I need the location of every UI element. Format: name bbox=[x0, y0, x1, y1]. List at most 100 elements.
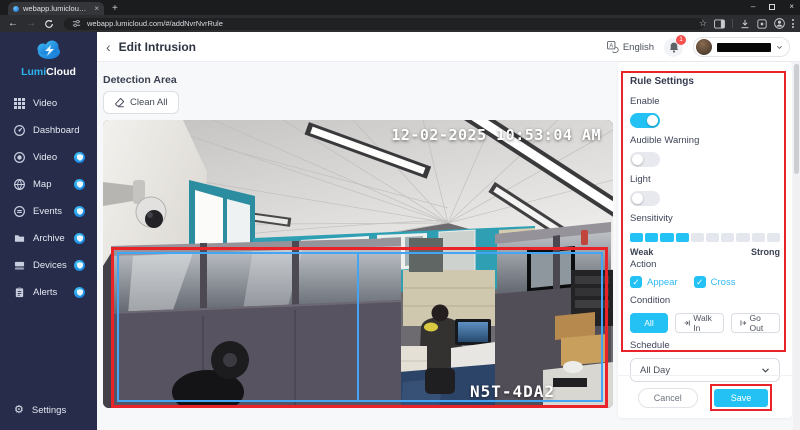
sidebar-item-label: Video bbox=[33, 152, 57, 163]
browser-back-button[interactable]: ← bbox=[8, 19, 18, 29]
detection-zone-blue-left[interactable] bbox=[117, 252, 359, 402]
chevron-down-icon bbox=[761, 367, 770, 374]
save-button[interactable]: Save bbox=[714, 389, 769, 407]
window-maximize-button[interactable] bbox=[769, 4, 775, 10]
language-selector[interactable]: A English bbox=[607, 41, 654, 53]
eraser-icon bbox=[114, 97, 125, 108]
sidebar-item-video[interactable]: Video bbox=[0, 144, 97, 171]
annotation-box-save: Save bbox=[710, 384, 773, 411]
scrollbar-thumb[interactable] bbox=[794, 64, 799, 174]
site-settings-icon[interactable] bbox=[72, 19, 81, 28]
premium-badge-icon bbox=[74, 260, 85, 271]
checkbox-checked-icon: ✓ bbox=[694, 276, 706, 288]
toolbar-divider bbox=[732, 19, 733, 28]
camera-view[interactable]: 12-02-2025 10:53:04 AM N5T-4DA2 bbox=[103, 120, 613, 408]
sidebar-item-map[interactable]: Map bbox=[0, 171, 97, 198]
condition-button-all[interactable]: All bbox=[630, 313, 668, 333]
back-chevron-icon[interactable]: ‹ bbox=[106, 40, 111, 54]
user-menu[interactable] bbox=[693, 37, 790, 57]
panel-footer: Cancel Save bbox=[618, 375, 792, 411]
tab-favicon-icon bbox=[13, 6, 19, 12]
app-header: ‹ Edit Intrusion A English 1 bbox=[97, 32, 800, 62]
walk-in-icon bbox=[684, 319, 690, 327]
window-close-button[interactable]: × bbox=[789, 3, 794, 11]
chevron-down-icon bbox=[776, 44, 783, 51]
detection-zone-blue-right[interactable] bbox=[357, 252, 603, 402]
sidebar-item-devices[interactable]: Devices bbox=[0, 252, 97, 279]
profile-icon[interactable] bbox=[774, 18, 785, 29]
audible-warning-toggle[interactable] bbox=[630, 152, 660, 167]
sidebar-item-alerts[interactable]: Alerts bbox=[0, 279, 97, 306]
enable-label: Enable bbox=[630, 96, 780, 107]
sensitivity-label: Sensitivity bbox=[630, 213, 780, 224]
side-panel-icon[interactable] bbox=[714, 19, 725, 29]
go-out-icon bbox=[740, 319, 746, 327]
browser-menu-icon[interactable] bbox=[792, 19, 794, 28]
sidebar-item-label: Events bbox=[33, 206, 62, 217]
sidebar-item-dashboard[interactable]: Dashboard bbox=[0, 117, 97, 144]
action-label: Action bbox=[630, 259, 780, 270]
brand-cloud: Cloud bbox=[46, 66, 76, 78]
brand-lumi: Lumi bbox=[21, 66, 46, 78]
browser-tab-strip: webapp.lumicloud.com/#/add × + – × bbox=[0, 0, 800, 15]
redacted-username bbox=[717, 43, 771, 52]
premium-badge-icon bbox=[74, 152, 85, 163]
premium-badge-icon bbox=[74, 179, 85, 190]
language-label: English bbox=[623, 42, 654, 53]
schedule-value: All Day bbox=[640, 365, 670, 376]
weak-label: Weak bbox=[630, 247, 653, 257]
condition-button-go-out[interactable]: Go Out bbox=[731, 313, 780, 333]
camera-icon bbox=[14, 152, 25, 163]
browser-forward-button[interactable]: → bbox=[26, 19, 36, 29]
notifications-button[interactable]: 1 bbox=[664, 38, 683, 57]
cancel-button[interactable]: Cancel bbox=[638, 388, 698, 408]
brand-logo[interactable]: LumiCloud bbox=[0, 32, 97, 78]
page-scrollbar[interactable] bbox=[793, 62, 800, 430]
tab-title: webapp.lumicloud.com/#/add bbox=[23, 4, 90, 13]
camera-timestamp: 12-02-2025 10:53:04 AM bbox=[391, 126, 601, 144]
light-toggle[interactable] bbox=[630, 191, 660, 206]
window-minimize-button[interactable]: – bbox=[751, 3, 755, 11]
sidebar-item-label: Alerts bbox=[33, 287, 57, 298]
avatar bbox=[696, 39, 712, 55]
sidebar: LumiCloud Video Dashboard Video Map bbox=[0, 32, 97, 430]
devices-icon bbox=[14, 260, 25, 271]
condition-label: Condition bbox=[630, 295, 780, 306]
address-bar[interactable]: webapp.lumicloud.com/#/addNvrNvrRule bbox=[64, 18, 704, 30]
checkbox-checked-icon: ✓ bbox=[630, 276, 642, 288]
events-icon bbox=[14, 206, 25, 217]
premium-badge-icon bbox=[74, 206, 85, 217]
browser-toolbar: ← → webapp.lumicloud.com/#/addNvrNvrRule… bbox=[0, 15, 800, 32]
notification-count-badge: 1 bbox=[676, 35, 686, 45]
tab-close-icon[interactable]: × bbox=[94, 5, 99, 13]
action-checkbox-appear[interactable]: ✓ Appear bbox=[630, 276, 678, 288]
translate-icon: A bbox=[607, 41, 619, 53]
browser-tab[interactable]: webapp.lumicloud.com/#/add × bbox=[8, 2, 104, 15]
download-icon[interactable] bbox=[740, 19, 750, 29]
bookmark-star-icon[interactable]: ☆ bbox=[699, 18, 707, 29]
browser-refresh-icon[interactable] bbox=[44, 19, 54, 29]
sensitivity-slider[interactable] bbox=[630, 233, 780, 242]
sidebar-item-archive[interactable]: Archive bbox=[0, 225, 97, 252]
grid-icon bbox=[14, 98, 25, 109]
new-tab-button[interactable]: + bbox=[112, 2, 118, 15]
map-icon bbox=[14, 179, 25, 190]
action-checkbox-cross[interactable]: ✓ Cross bbox=[694, 276, 736, 288]
condition-button-walk-in[interactable]: Walk In bbox=[675, 313, 724, 333]
sidebar-item-label: Video bbox=[33, 98, 57, 109]
sidebar-item-label: Dashboard bbox=[33, 125, 79, 136]
sidebar-item-video-wall[interactable]: Video bbox=[0, 90, 97, 117]
dashboard-icon bbox=[14, 125, 25, 136]
page: webapp.lumicloud.com/#/add × + – × ← → w… bbox=[0, 0, 800, 430]
clean-all-button[interactable]: Clean All bbox=[103, 91, 179, 114]
sidebar-item-settings[interactable]: ⚙ Settings bbox=[0, 397, 97, 424]
gear-icon: ⚙ bbox=[14, 405, 24, 416]
enable-toggle[interactable] bbox=[630, 113, 660, 128]
alerts-icon bbox=[14, 287, 25, 298]
lumicloud-logo-icon bbox=[33, 40, 65, 60]
extensions-icon[interactable] bbox=[757, 19, 767, 29]
sidebar-item-events[interactable]: Events bbox=[0, 198, 97, 225]
camera-name: N5T-4DA2 bbox=[470, 382, 555, 401]
sidebar-item-label: Map bbox=[33, 179, 51, 190]
sidebar-item-label: Settings bbox=[32, 405, 66, 416]
